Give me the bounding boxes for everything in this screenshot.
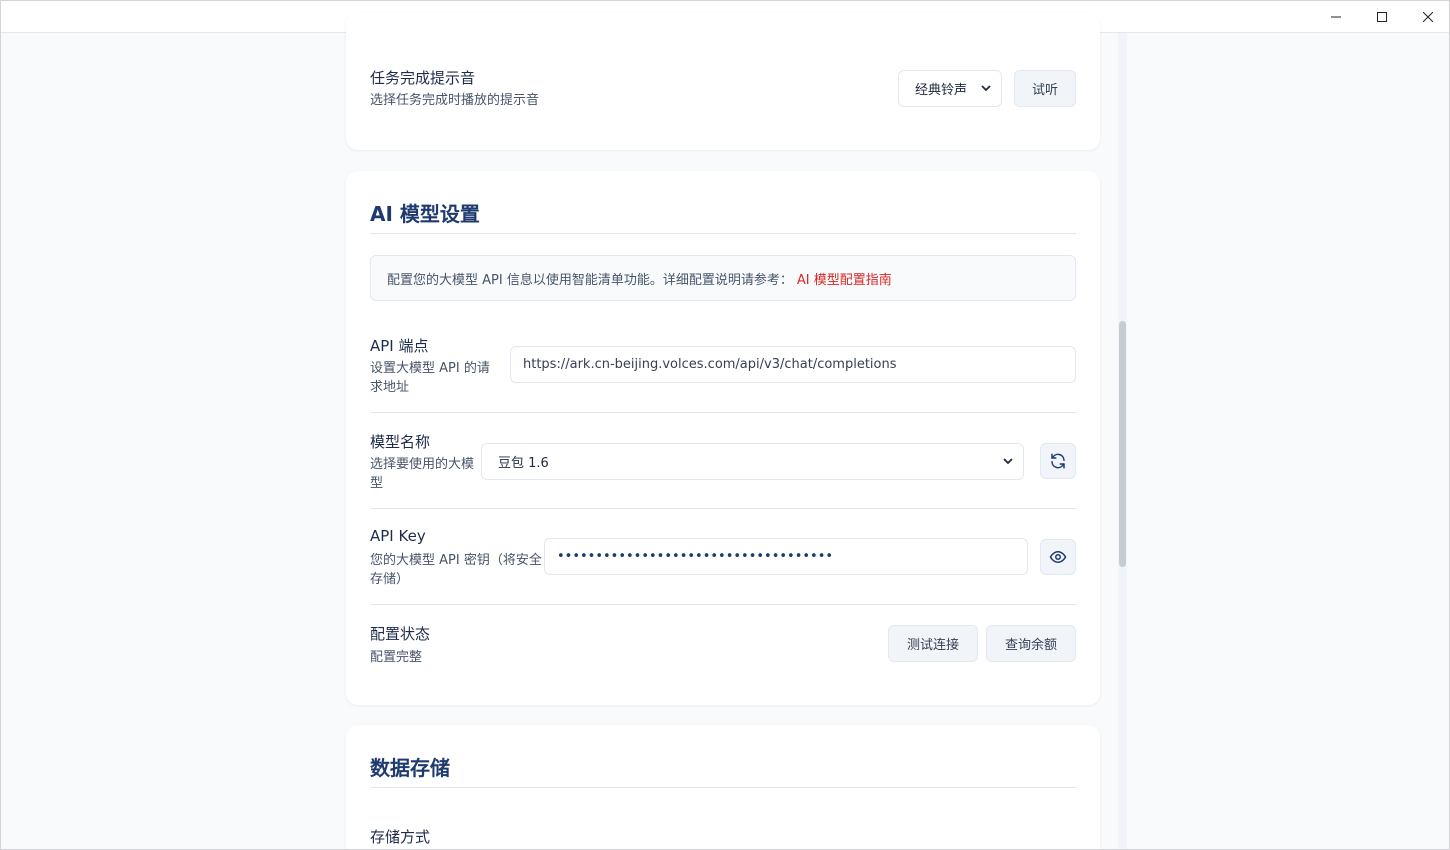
row-divider [370, 508, 1076, 509]
storage-method-title: 存储方式 [370, 828, 431, 846]
eye-icon [1049, 551, 1067, 563]
ai-section-title: AI 模型设置 [370, 202, 480, 226]
api-key-title: API Key [370, 527, 426, 545]
storage-section-title: 数据存储 [370, 756, 450, 780]
close-button[interactable] [1405, 1, 1449, 33]
maximize-icon [1377, 12, 1387, 22]
refresh-models-button[interactable] [1040, 443, 1076, 479]
notification-sound-value: 经典铃声 [915, 83, 968, 98]
ai-info-box: 配置您的大模型 API 信息以使用智能清单功能。详细配置说明请参考： AI 模型… [370, 255, 1076, 301]
app-window: 任务完成提示音 选择任务完成时播放的提示音 经典铃声 试听 AI 模型设置 配置… [0, 0, 1450, 850]
test-connection-button[interactable]: 测试连接 [888, 625, 978, 662]
ai-info-text: 配置您的大模型 API 信息以使用智能清单功能。详细配置说明请参考： [387, 272, 793, 288]
preview-sound-button[interactable]: 试听 [1014, 70, 1076, 107]
section-divider [370, 787, 1076, 788]
refresh-icon [1051, 453, 1065, 469]
model-desc: 选择要使用的大模型 [370, 457, 475, 491]
settings-scroll-area[interactable]: 任务完成提示音 选择任务完成时播放的提示音 经典铃声 试听 AI 模型设置 配置… [1, 13, 1449, 849]
ai-settings-card: AI 模型设置 配置您的大模型 API 信息以使用智能清单功能。详细配置说明请参… [346, 171, 1100, 705]
endpoint-title: API 端点 [370, 337, 429, 355]
endpoint-desc: 设置大模型 API 的请求地址 [370, 361, 490, 395]
config-status-desc: 配置完整 [370, 650, 423, 665]
chevron-down-icon [981, 85, 991, 92]
scrollbar-thumb[interactable] [1119, 321, 1126, 567]
row-divider [370, 412, 1076, 413]
minimize-button[interactable] [1313, 1, 1359, 33]
endpoint-input[interactable]: https://ark.cn-beijing.volces.com/api/v3… [510, 346, 1076, 383]
section-divider [370, 233, 1076, 234]
api-key-desc: 您的大模型 API 密钥（将安全存储） [370, 553, 542, 587]
notification-sound-select[interactable]: 经典铃声 [898, 70, 1002, 107]
row-divider [370, 604, 1076, 605]
close-icon [1423, 12, 1433, 22]
notification-sound-desc: 选择任务完成时播放的提示音 [370, 93, 540, 108]
model-title: 模型名称 [370, 433, 431, 451]
minimize-icon [1331, 16, 1341, 18]
ai-guide-link[interactable]: AI 模型配置指南 [797, 269, 892, 288]
maximize-button[interactable] [1359, 1, 1405, 33]
chevron-down-icon [1003, 458, 1013, 465]
query-balance-button[interactable]: 查询余额 [986, 625, 1076, 662]
storage-card: 数据存储 存储方式 [346, 725, 1100, 849]
toggle-key-visibility-button[interactable] [1040, 539, 1076, 575]
model-value: 豆包 1.6 [498, 456, 549, 471]
config-status-title: 配置状态 [370, 625, 431, 643]
api-key-input[interactable]: •••••••••••••••••••••••••••••••••••• [544, 538, 1028, 575]
model-select[interactable]: 豆包 1.6 [481, 443, 1024, 480]
notification-sound-title: 任务完成提示音 [370, 69, 476, 87]
notification-card: 任务完成提示音 选择任务完成时播放的提示音 经典铃声 试听 [346, 13, 1100, 150]
